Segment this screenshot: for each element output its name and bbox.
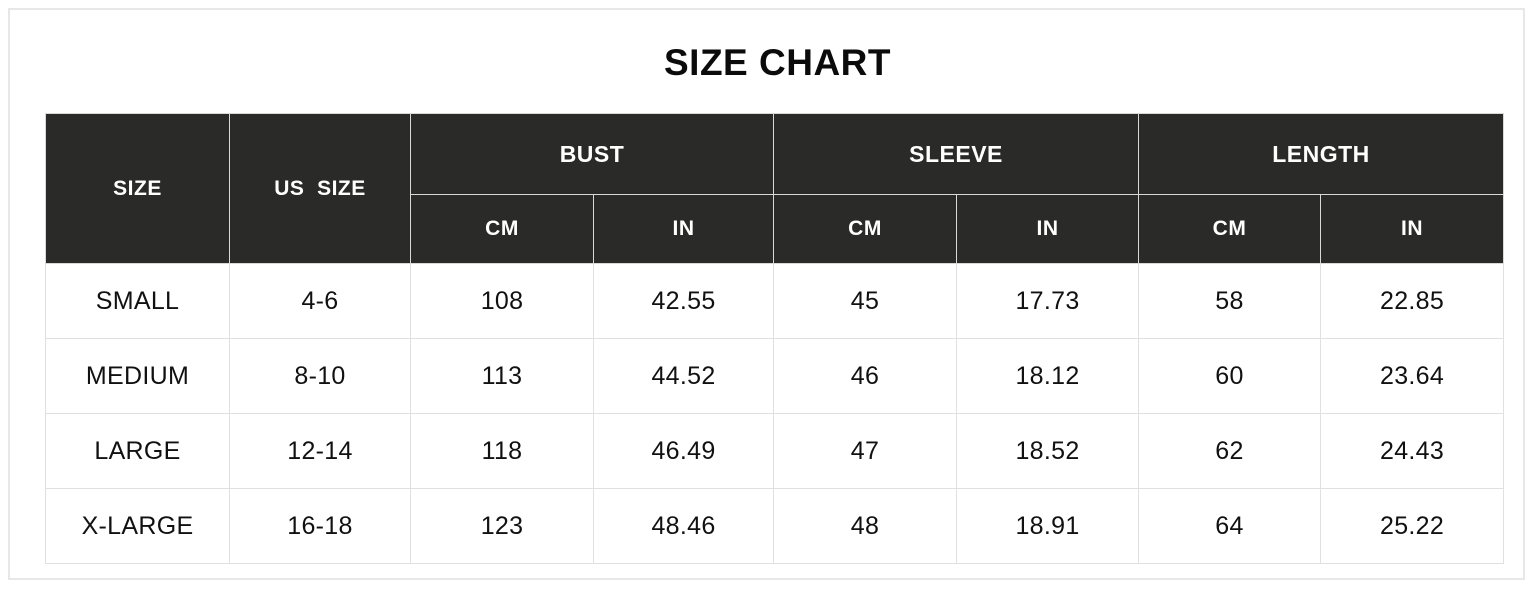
cell-size: MEDIUM <box>45 338 230 414</box>
cell-size: X-LARGE <box>45 488 230 564</box>
page-frame: SIZE CHART SIZE US SIZE BUST SLEEVE LENG… <box>8 8 1525 580</box>
cell-length-cm: 62 <box>1138 413 1322 489</box>
column-header-us-size: US SIZE <box>229 113 411 264</box>
cell-bust-cm: 113 <box>410 338 594 414</box>
column-header-length-cm: CM <box>1138 194 1322 264</box>
column-header-length-in: IN <box>1320 194 1505 264</box>
table-header: SIZE US SIZE BUST SLEEVE LENGTH CM IN CM… <box>45 113 1505 264</box>
cell-sleeve-cm: 46 <box>773 338 957 414</box>
cell-length-in: 23.64 <box>1320 338 1505 414</box>
cell-bust-in: 42.55 <box>593 263 774 339</box>
cell-bust-in: 46.49 <box>593 413 774 489</box>
table-header-row-groups: SIZE US SIZE BUST SLEEVE LENGTH <box>45 113 1505 264</box>
column-header-sleeve-in: IN <box>955 194 1140 264</box>
cell-sleeve-cm: 47 <box>773 413 957 489</box>
column-group-header-bust: BUST <box>410 113 774 195</box>
column-group-header-length: LENGTH <box>1138 113 1505 195</box>
cell-length-cm: 58 <box>1138 263 1322 339</box>
cell-sleeve-cm: 48 <box>773 488 957 564</box>
cell-us-size: 4-6 <box>229 263 411 339</box>
table-row: MEDIUM 8-10 113 44.52 46 18.12 60 23.64 <box>45 338 1505 414</box>
cell-size: SMALL <box>45 263 230 339</box>
cell-sleeve-in: 18.52 <box>955 413 1140 489</box>
table-row: SMALL 4-6 108 42.55 45 17.73 58 22.85 <box>45 263 1505 339</box>
column-header-bust-cm: CM <box>410 194 594 264</box>
size-chart-table: SIZE US SIZE BUST SLEEVE LENGTH CM IN CM… <box>45 113 1505 564</box>
cell-length-in: 24.43 <box>1320 413 1505 489</box>
cell-length-cm: 64 <box>1138 488 1322 564</box>
cell-size: LARGE <box>45 413 230 489</box>
column-header-bust-in: IN <box>593 194 774 264</box>
column-header-size: SIZE <box>45 113 230 264</box>
cell-bust-cm: 123 <box>410 488 594 564</box>
page-title: SIZE CHART <box>664 42 891 83</box>
table-row: LARGE 12-14 118 46.49 47 18.52 62 24.43 <box>45 413 1505 489</box>
column-header-sleeve-cm: CM <box>773 194 957 264</box>
cell-us-size: 16-18 <box>229 488 411 564</box>
cell-us-size: 8-10 <box>229 338 411 414</box>
cell-length-in: 25.22 <box>1320 488 1505 564</box>
cell-us-size: 12-14 <box>229 413 411 489</box>
cell-bust-cm: 108 <box>410 263 594 339</box>
cell-sleeve-in: 18.91 <box>955 488 1140 564</box>
size-chart-table-container: SIZE US SIZE BUST SLEEVE LENGTH CM IN CM… <box>45 113 1505 564</box>
cell-sleeve-in: 18.12 <box>955 338 1140 414</box>
cell-bust-in: 48.46 <box>593 488 774 564</box>
table-body: SMALL 4-6 108 42.55 45 17.73 58 22.85 ME… <box>45 263 1505 564</box>
table-row: X-LARGE 16-18 123 48.46 48 18.91 64 25.2… <box>45 488 1505 564</box>
column-group-header-sleeve: SLEEVE <box>772 113 1140 195</box>
cell-length-in: 22.85 <box>1320 263 1505 339</box>
cell-bust-cm: 118 <box>410 413 594 489</box>
cell-bust-in: 44.52 <box>593 338 774 414</box>
cell-sleeve-in: 17.73 <box>955 263 1140 339</box>
cell-length-cm: 60 <box>1138 338 1322 414</box>
cell-sleeve-cm: 45 <box>773 263 957 339</box>
